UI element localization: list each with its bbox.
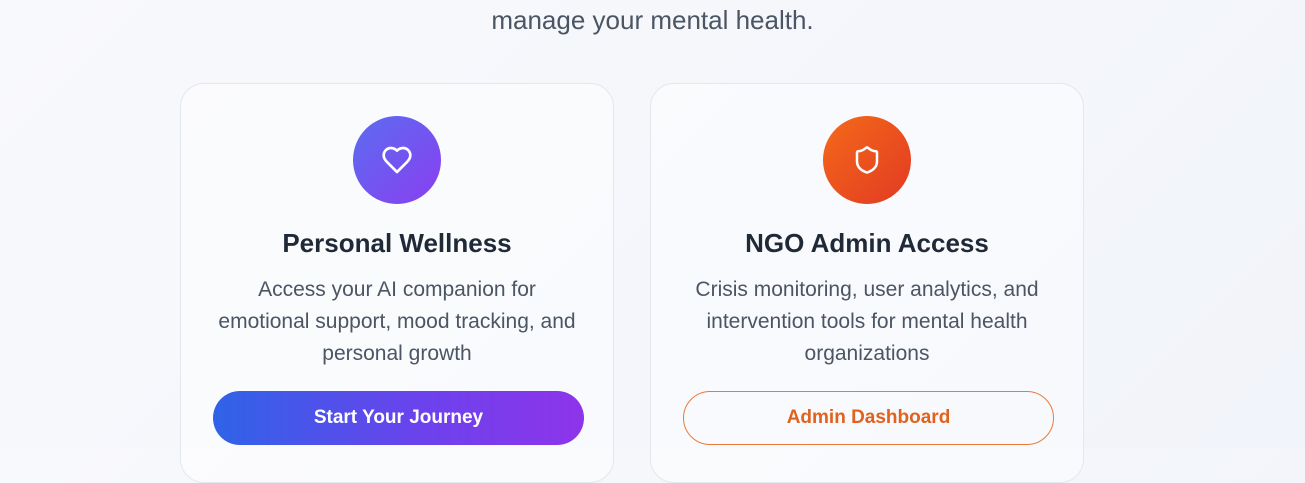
heart-icon xyxy=(382,146,412,174)
personal-wellness-card: Personal Wellness Access your AI compani… xyxy=(180,83,614,483)
ngo-admin-icon-badge xyxy=(823,116,911,204)
start-your-journey-button[interactable]: Start Your Journey xyxy=(213,391,584,445)
personal-wellness-description: Access your AI companion for emotional s… xyxy=(218,278,576,365)
ngo-admin-description: Crisis monitoring, user analytics, and i… xyxy=(695,278,1039,365)
shield-icon xyxy=(855,146,879,174)
ngo-admin-title: NGO Admin Access xyxy=(745,228,989,258)
admin-dashboard-button[interactable]: Admin Dashboard xyxy=(683,391,1054,445)
ngo-admin-card: NGO Admin Access Crisis monitoring, user… xyxy=(650,83,1084,483)
personal-wellness-icon-badge xyxy=(353,116,441,204)
personal-wellness-title: Personal Wellness xyxy=(282,228,512,258)
intro-text: manage your mental health. xyxy=(491,5,814,35)
